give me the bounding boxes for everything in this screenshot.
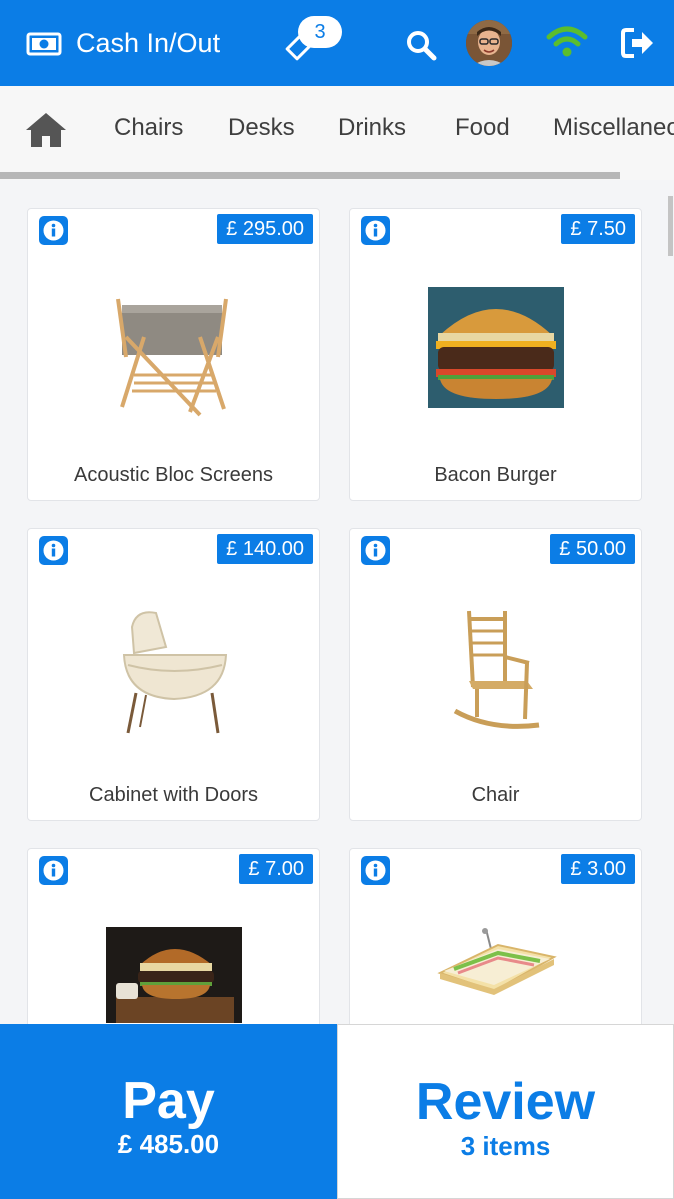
product-grid: £ 295.00 Acoustic Bloc Screens £ 7.50 Ba…	[0, 180, 674, 1025]
app-title: Cash In/Out	[76, 28, 221, 58]
burger-image	[427, 287, 564, 408]
info-icon[interactable]	[39, 856, 68, 885]
product-name: Bacon Burger	[434, 464, 557, 486]
grid-scrollbar[interactable]	[668, 196, 673, 256]
review-item-count: 3 items	[460, 1131, 551, 1161]
info-icon[interactable]	[361, 856, 390, 885]
category-drinks[interactable]: Drinks	[338, 113, 406, 143]
price-badge: £ 3.00	[561, 854, 635, 884]
product-card[interactable]: £ 140.00 Cabinet with Doors	[27, 528, 320, 821]
product-card[interactable]: £ 7.50 Bacon Burger	[349, 208, 642, 501]
search-icon[interactable]	[404, 28, 438, 62]
home-icon[interactable]	[24, 110, 68, 150]
pay-label: Pay	[122, 1072, 215, 1130]
category-scrollbar[interactable]	[0, 172, 620, 179]
category-chairs[interactable]: Chairs	[114, 113, 183, 143]
price-badge: £ 50.00	[550, 534, 635, 564]
price-badge: £ 7.50	[561, 214, 635, 244]
pay-button[interactable]: Pay £ 485.00	[0, 1024, 337, 1199]
sandwich-image	[436, 928, 557, 995]
category-miscellaneous[interactable]: Miscellaneous	[553, 113, 674, 143]
rocking-chair-image	[453, 610, 539, 729]
product-name: Chair	[471, 784, 520, 806]
crib-image	[115, 298, 228, 417]
product-name: Acoustic Bloc Screens	[74, 464, 273, 486]
product-card[interactable]: £ 295.00 Acoustic Bloc Screens	[27, 208, 320, 501]
category-food[interactable]: Food	[455, 113, 510, 143]
burger-board-image	[105, 927, 242, 1023]
logout-icon[interactable]	[620, 26, 656, 60]
review-button[interactable]: Review 3 items	[337, 1024, 674, 1199]
avatar[interactable]	[466, 20, 512, 66]
price-badge: £ 7.00	[239, 854, 313, 884]
bassinet-image	[122, 611, 227, 734]
cash-icon[interactable]	[26, 26, 62, 62]
product-card[interactable]: £ 7.00	[27, 848, 320, 1025]
info-icon[interactable]	[39, 216, 68, 245]
category-desks[interactable]: Desks	[228, 113, 295, 143]
info-icon[interactable]	[39, 536, 68, 565]
product-name: Cabinet with Doors	[89, 784, 258, 806]
category-bar: Chairs Desks Drinks Food Miscellaneous	[0, 86, 674, 180]
price-badge: £ 140.00	[217, 534, 313, 564]
wifi-icon	[546, 26, 588, 57]
price-badge: £ 295.00	[217, 214, 313, 244]
info-icon[interactable]	[361, 536, 390, 565]
top-bar: Cash In/Out 3	[0, 0, 674, 86]
tag-count-badge: 3	[298, 16, 342, 48]
info-icon[interactable]	[361, 216, 390, 245]
product-card[interactable]: £ 50.00 Chair	[349, 528, 642, 821]
product-card[interactable]: £ 3.00	[349, 848, 642, 1025]
pay-amount: £ 485.00	[117, 1129, 220, 1159]
review-label: Review	[415, 1073, 596, 1131]
